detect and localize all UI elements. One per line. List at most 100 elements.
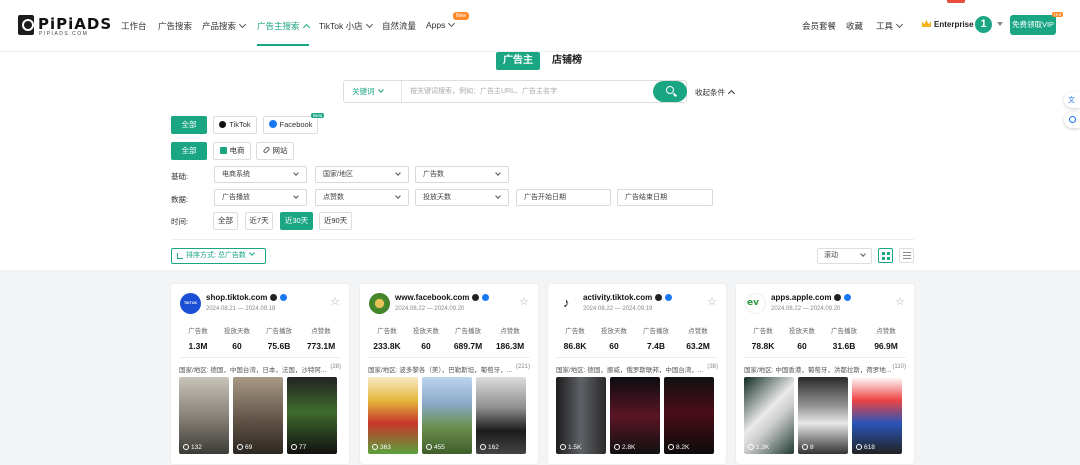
sort-label: 排序方式: 总广告数 — [186, 252, 246, 259]
avatar[interactable]: 1 — [975, 16, 992, 33]
stat-label: 广告播放 — [455, 328, 481, 335]
play-icon — [426, 444, 432, 450]
advertiser-name[interactable]: shop.tiktok.com — [206, 293, 288, 302]
advertiser-name[interactable]: apps.apple.com — [771, 293, 852, 302]
ad-thumbnail[interactable]: 162 — [476, 377, 526, 454]
nav-tiktok-shop[interactable]: TikTok 小店 — [319, 20, 373, 32]
search-type-value: 关键词 — [352, 87, 375, 96]
advertiser-card[interactable]: www.facebook.com 2024.08.22 — 2024.09.20… — [359, 283, 539, 465]
chevron-down-icon — [238, 20, 247, 29]
nav-product-search[interactable]: 产品搜索 — [202, 20, 247, 32]
stat-label: 广告播放 — [643, 328, 669, 335]
search-icon — [666, 86, 674, 94]
ad-thumbnail[interactable]: 363 — [368, 377, 418, 454]
view-count: 69 — [237, 444, 252, 451]
tab-shop-ranking[interactable]: 店铺榜 — [545, 52, 589, 70]
grid-view-button[interactable] — [878, 248, 893, 263]
type-website[interactable]: 网站 — [256, 142, 294, 160]
ad-thumbnail[interactable]: 8.2K — [664, 377, 714, 454]
time-30d[interactable]: 近30天 — [280, 212, 313, 230]
scroll-mode-value: 滚动 — [824, 252, 838, 259]
search-float-button[interactable] — [1064, 112, 1080, 128]
advertiser-card[interactable]: TIKTOK shop.tiktok.com 2024.08.21 — 2024… — [170, 283, 350, 465]
list-view-button[interactable] — [899, 248, 914, 263]
nav-apps[interactable]: Apps — [426, 19, 456, 30]
ad-thumbnail[interactable]: 2.8K — [610, 377, 660, 454]
ecom-system-select[interactable]: 电商系统 — [214, 166, 307, 183]
ad-plays-select[interactable]: 广告播放 — [214, 189, 307, 206]
tab-advertiser[interactable]: 广告主 — [496, 52, 540, 70]
ad-thumbnail[interactable]: 1.3K — [744, 377, 794, 454]
time-filter-label: 时间: — [171, 217, 189, 226]
favorite-star-icon[interactable]: ☆ — [519, 295, 529, 308]
platform-facebook[interactable]: Facebook — [263, 116, 318, 134]
ad-thumbnail[interactable]: 618 — [852, 377, 902, 454]
play-icon — [480, 444, 486, 450]
translate-float-button[interactable]: 文 — [1064, 92, 1080, 108]
ad-thumbnail[interactable]: 1.5K — [556, 377, 606, 454]
stat-label: 投放天数 — [601, 328, 627, 335]
favorite-star-icon[interactable]: ☆ — [707, 295, 717, 308]
type-ecommerce[interactable]: 电商 — [213, 142, 251, 160]
facebook-icon — [665, 294, 673, 301]
likes-value: 点赞数 — [323, 194, 344, 201]
type-all[interactable]: 全部 — [171, 142, 207, 160]
view-count: 1.5K — [560, 444, 581, 451]
advertiser-card[interactable]: ♪ activity.tiktok.com 2024.08.22 — 2024.… — [547, 283, 727, 465]
ad-thumbnail[interactable]: 132 — [179, 377, 229, 454]
scroll-mode-select[interactable]: 滚动 — [817, 248, 872, 264]
stat-likes: 773.1M — [306, 341, 336, 351]
chevron-down-icon — [395, 193, 401, 199]
nav-advertiser-search-label: 广告主搜索 — [257, 21, 300, 31]
nav-dashboard[interactable]: 工作台 — [121, 20, 147, 32]
nav-apps-label: Apps — [426, 20, 446, 30]
favorite-star-icon[interactable]: ☆ — [895, 295, 905, 308]
search-type-select[interactable]: 关键词 — [344, 81, 402, 102]
free-vip-button[interactable]: 免费领取VIP — [1010, 15, 1056, 35]
platform-tiktok[interactable]: TikTok — [213, 116, 257, 134]
nav-organic-traffic[interactable]: 自然流量 — [382, 20, 416, 32]
ad-thumbnail[interactable]: 77 — [287, 377, 337, 454]
search-button[interactable] — [653, 81, 687, 102]
caret-down-icon[interactable] — [997, 22, 1003, 26]
time-90d[interactable]: 近90天 — [319, 212, 352, 230]
run-days-select[interactable]: 投放天数 — [415, 189, 509, 206]
ad-end-date-picker[interactable]: 广告结束日期 — [617, 189, 713, 206]
chevron-down-icon — [249, 250, 255, 256]
advertiser-name[interactable]: www.facebook.com — [395, 293, 490, 302]
time-7d[interactable]: 近7天 — [245, 212, 273, 230]
stat-likes: 186.3M — [495, 341, 525, 351]
ad-thumbnail[interactable]: 8 — [798, 377, 848, 454]
view-count: 455 — [426, 444, 445, 451]
view-count-value: 1.3K — [756, 444, 770, 451]
tiktok-icon — [655, 294, 663, 301]
nav-favorites[interactable]: 收藏 — [846, 20, 863, 32]
nav-membership[interactable]: 会员套餐 — [802, 20, 836, 32]
time-all[interactable]: 全部 — [213, 212, 238, 230]
nav-advertiser-search[interactable]: 广告主搜索 — [257, 20, 310, 46]
favorite-star-icon[interactable]: ☆ — [330, 295, 340, 308]
advertiser-dates: 2024.08.22 — 2024.09.20 — [771, 306, 841, 312]
ad-start-date-picker[interactable]: 广告开始日期 — [516, 189, 611, 206]
platform-all[interactable]: 全部 — [171, 116, 207, 134]
sort-button[interactable]: 排序方式: 总广告数 — [171, 248, 266, 264]
country-select[interactable]: 国家/地区 — [315, 166, 409, 183]
region-list: 国家/地区: 中国香港，葡萄牙，洪都拉斯，荷罗地... — [744, 367, 892, 374]
advertiser-card[interactable]: ev apps.apple.com 2024.08.22 — 2024.09.2… — [735, 283, 915, 465]
stat-run-days: 60 — [609, 341, 619, 351]
hot-badge: Hot — [1052, 12, 1064, 17]
search-input[interactable]: 按关键词搜索，例如：广告主URL、广告主名字 — [410, 81, 557, 102]
advertiser-logo: TIKTOK — [180, 293, 201, 314]
ad-thumbnail[interactable]: 455 — [422, 377, 472, 454]
collapse-filters-toggle[interactable]: 收起条件 — [695, 87, 736, 98]
ad-thumbnail[interactable]: 69 — [233, 377, 283, 454]
likes-select[interactable]: 点赞数 — [315, 189, 409, 206]
nav-tools[interactable]: 工具 — [876, 20, 904, 32]
pipiads-logo[interactable]: PiPiADS PIPIADS.COM — [18, 14, 111, 38]
nav-ad-search[interactable]: 广告搜索 — [158, 20, 192, 32]
ad-count-select[interactable]: 广告数 — [415, 166, 509, 183]
play-icon — [237, 444, 243, 450]
chevron-up-icon — [302, 23, 310, 32]
stat-label: 广告播放 — [831, 328, 857, 335]
advertiser-name[interactable]: activity.tiktok.com — [583, 293, 673, 302]
